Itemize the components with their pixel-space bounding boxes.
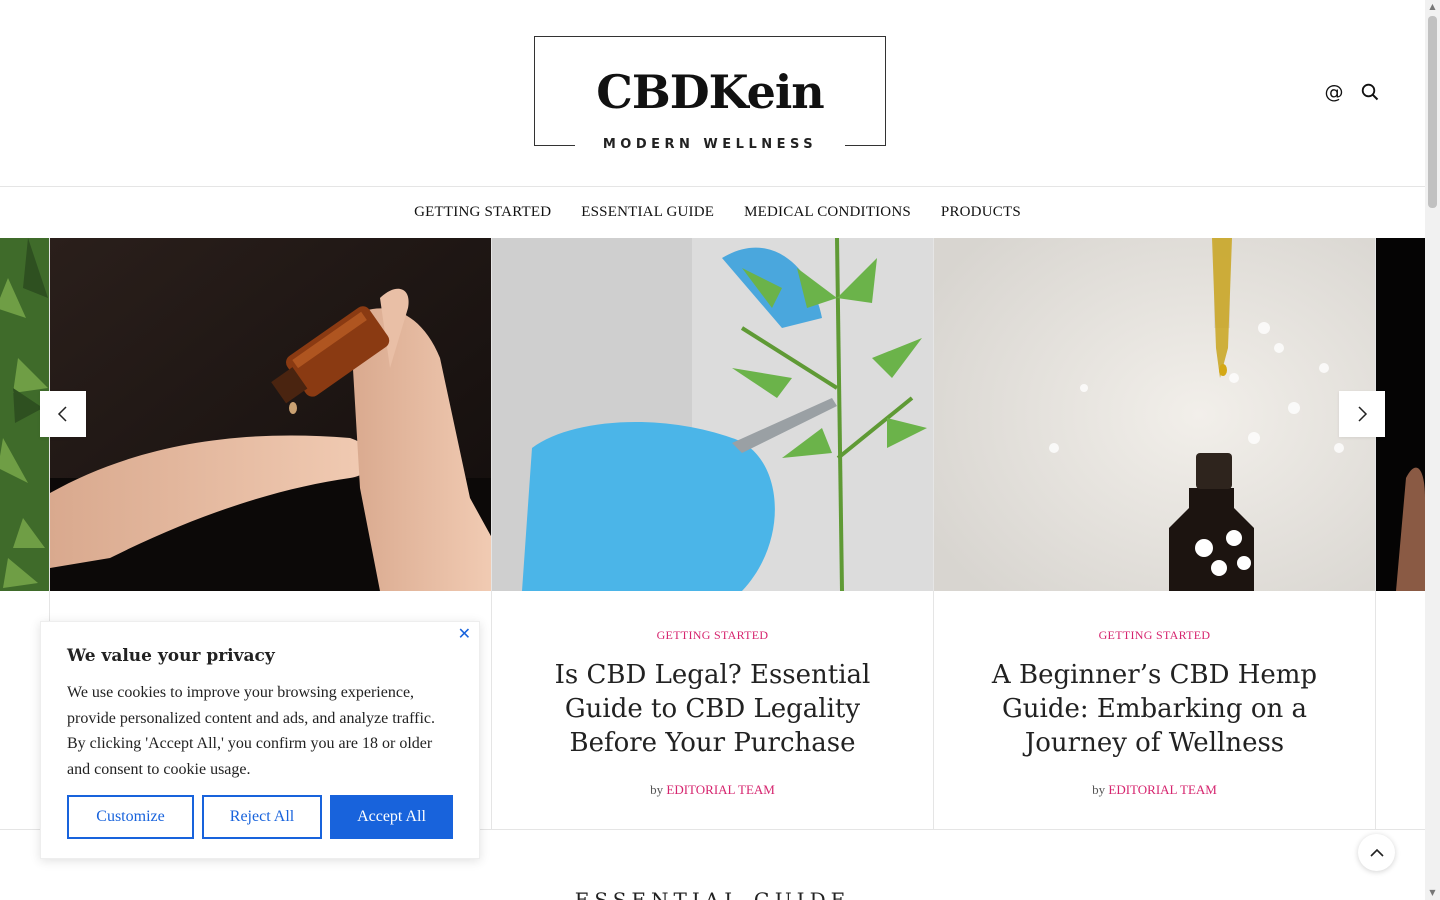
nav-item-products[interactable]: PRODUCTS [941, 204, 1021, 221]
byline-author[interactable]: EDITORIAL TEAM [1108, 782, 1216, 797]
slide-image[interactable] [50, 238, 491, 591]
logo-title: CBDKein [596, 65, 825, 119]
cookie-banner: ✕ We value your privacy We use cookies t… [40, 621, 480, 859]
slide-title[interactable]: A Beginner’s CBD Hemp Guide: Embarking o… [964, 658, 1345, 760]
section-heading: ESSENTIAL GUIDE [574, 888, 851, 900]
close-icon[interactable]: ✕ [458, 624, 471, 643]
slide-3[interactable]: GETTING STARTED A Beginner’s CBD Hemp Gu… [934, 238, 1376, 829]
slide-partial-right[interactable] [1376, 238, 1425, 829]
main-nav: GETTING STARTED ESSENTIAL GUIDE MEDICAL … [0, 187, 1425, 238]
slide-image[interactable] [934, 238, 1375, 591]
at-icon[interactable]: @ [1324, 80, 1344, 104]
nav-item-getting-started[interactable]: GETTING STARTED [414, 204, 551, 221]
slide-category[interactable]: GETTING STARTED [964, 628, 1345, 643]
byline-prefix: by [1092, 782, 1106, 797]
slide-body: GETTING STARTED Is CBD Legal? Essential … [492, 591, 933, 829]
site-logo[interactable]: CBDKein MODERN WELLNESS [534, 36, 886, 157]
nav-item-medical-conditions[interactable]: MEDICAL CONDITIONS [744, 204, 911, 221]
chevron-up-icon [1369, 848, 1384, 857]
slider-next-button[interactable] [1339, 391, 1385, 437]
slide-image[interactable] [492, 238, 933, 591]
reject-all-button[interactable]: Reject All [202, 795, 322, 839]
scroll-up-arrow-icon[interactable]: ▲ [1425, 0, 1440, 14]
site-header: CBDKein MODERN WELLNESS @ [0, 0, 1425, 187]
cookie-text: We use cookies to improve your browsing … [67, 684, 435, 778]
search-icon[interactable] [1360, 80, 1380, 104]
cookie-title: We value your privacy [67, 646, 275, 666]
slide-body: GETTING STARTED A Beginner’s CBD Hemp Gu… [934, 591, 1375, 829]
back-to-top-button[interactable] [1358, 834, 1395, 871]
chevron-left-icon [57, 406, 67, 422]
slider-prev-button[interactable] [40, 391, 86, 437]
nav-item-essential-guide[interactable]: ESSENTIAL GUIDE [581, 204, 714, 221]
slide-2[interactable]: GETTING STARTED Is CBD Legal? Essential … [492, 238, 934, 829]
accept-all-button[interactable]: Accept All [330, 795, 453, 839]
cookie-buttons: Customize Reject All Accept All [67, 795, 453, 839]
page-scrollbar[interactable]: ▲ ▼ [1425, 0, 1440, 900]
chevron-right-icon [1358, 406, 1368, 422]
logo-subtitle: MODERN WELLNESS [575, 133, 845, 157]
scrollbar-thumb[interactable] [1428, 16, 1437, 208]
header-icons: @ [1324, 80, 1380, 104]
slide-title[interactable]: Is CBD Legal? Essential Guide to CBD Leg… [522, 658, 903, 760]
slide-byline: by EDITORIAL TEAM [522, 782, 903, 798]
byline-author[interactable]: EDITORIAL TEAM [666, 782, 774, 797]
customize-button[interactable]: Customize [67, 795, 194, 839]
slide-byline: by EDITORIAL TEAM [964, 782, 1345, 798]
slide-category[interactable]: GETTING STARTED [522, 628, 903, 643]
scroll-down-arrow-icon[interactable]: ▼ [1425, 886, 1440, 900]
byline-prefix: by [650, 782, 664, 797]
